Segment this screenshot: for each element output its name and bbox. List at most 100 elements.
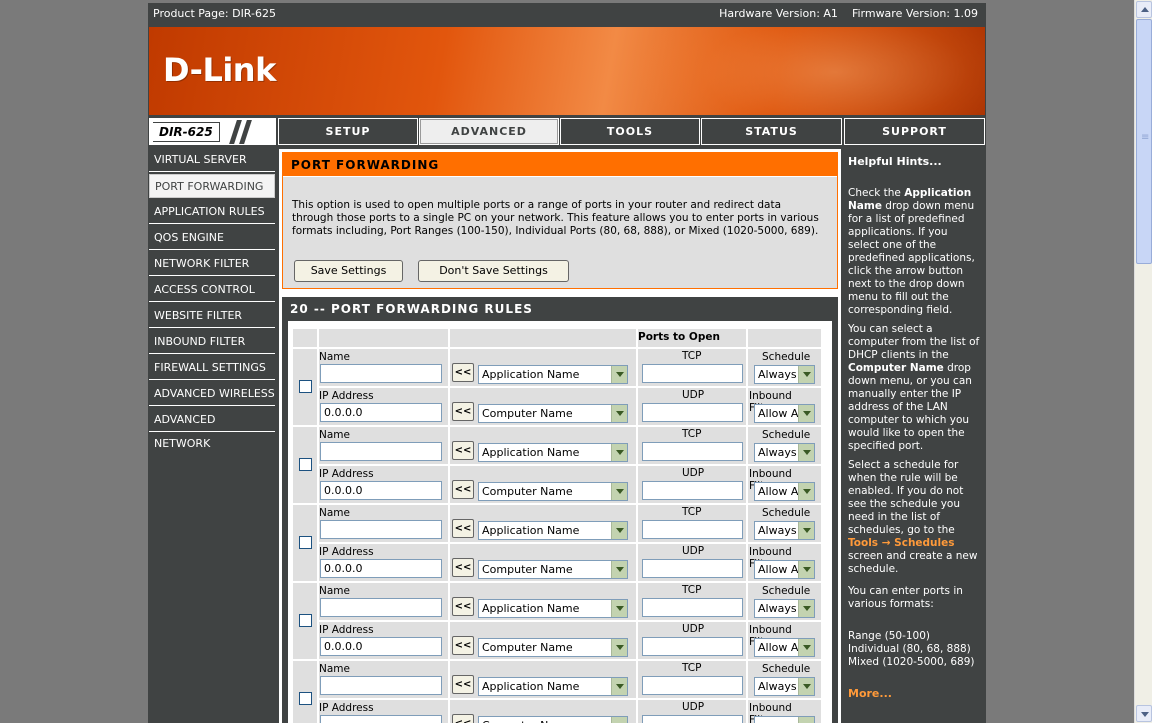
schedule-select[interactable]: Always: [754, 443, 815, 462]
tcp-label: TCP: [682, 350, 702, 362]
sidebar-item-website-filter[interactable]: WEBSITE FILTER: [149, 304, 275, 328]
rule-enable-checkbox[interactable]: [299, 458, 312, 471]
tab-tools[interactable]: TOOLS: [560, 118, 700, 145]
ip-address-input[interactable]: 0.0.0.0: [320, 559, 442, 578]
chevron-down-icon: [798, 522, 814, 539]
hint-schedule: Select a schedule for when the rule will…: [848, 459, 980, 576]
copy-app-button[interactable]: <<: [452, 675, 474, 694]
ip-cell: IP Address 0.0.0.0: [319, 622, 448, 659]
copy-computer-button[interactable]: <<: [452, 558, 474, 577]
port-forwarding-rules-section: 20 -- PORT FORWARDING RULES Ports to Ope…: [282, 297, 838, 723]
schedule-cell: Schedule Always: [748, 427, 821, 464]
application-name-select[interactable]: Application Name: [478, 677, 628, 696]
sidebar-item-inbound-filter[interactable]: INBOUND FILTER: [149, 330, 275, 354]
helpful-hints-panel: Helpful Hints... Check the Application N…: [844, 149, 986, 723]
product-page-label: Product Page: DIR-625: [153, 7, 276, 20]
copy-app-button[interactable]: <<: [452, 363, 474, 382]
tab-status[interactable]: STATUS: [701, 118, 842, 145]
computer-name-select[interactable]: Computer Name: [478, 638, 628, 657]
sidebar-item-virtual-server[interactable]: VIRTUAL SERVER: [149, 148, 275, 172]
tab-advanced[interactable]: ADVANCED: [419, 118, 559, 145]
section-title: PORT FORWARDING: [283, 153, 837, 177]
inbound-filter-select[interactable]: Allow All: [754, 560, 815, 579]
rule-enable-checkbox[interactable]: [299, 692, 312, 705]
inbound-filter-select[interactable]: Allow All: [754, 404, 815, 423]
application-name-select[interactable]: Application Name: [478, 521, 628, 540]
more-link[interactable]: More...: [848, 687, 892, 700]
ip-address-input[interactable]: [320, 715, 442, 723]
sidebar: VIRTUAL SERVER PORT FORWARDING APPLICATI…: [148, 146, 276, 450]
sidebar-item-access-control[interactable]: ACCESS CONTROL: [149, 278, 275, 302]
copy-app-button[interactable]: <<: [452, 519, 474, 538]
udp-ports-input[interactable]: [642, 481, 743, 500]
app-select-cell: << Application Name: [450, 583, 636, 620]
udp-ports-input[interactable]: [642, 637, 743, 656]
ip-address-input[interactable]: 0.0.0.0: [320, 403, 442, 422]
sidebar-item-advanced-wireless[interactable]: ADVANCED WIRELESS: [149, 382, 275, 406]
schedule-select[interactable]: Always: [754, 365, 815, 384]
copy-computer-button[interactable]: <<: [452, 636, 474, 655]
application-name-select[interactable]: Application Name: [478, 443, 628, 462]
tools-schedules-link[interactable]: Tools → Schedules: [848, 537, 955, 549]
computer-name-select[interactable]: Computer Name: [478, 404, 628, 423]
sidebar-item-application-rules[interactable]: APPLICATION RULES: [149, 200, 275, 224]
schedule-select[interactable]: Always: [754, 677, 815, 696]
sidebar-item-advanced-network[interactable]: ADVANCED NETWORK: [149, 408, 275, 450]
name-input[interactable]: [320, 520, 442, 539]
copy-computer-button[interactable]: <<: [452, 714, 474, 723]
chevron-down-icon: [798, 561, 814, 578]
ip-label: IP Address: [319, 702, 374, 714]
udp-ports-input[interactable]: [642, 559, 743, 578]
rule-enable-checkbox[interactable]: [299, 614, 312, 627]
udp-ports-input[interactable]: [642, 715, 743, 723]
copy-app-button[interactable]: <<: [452, 441, 474, 460]
inbound-filter-select[interactable]: [754, 716, 815, 723]
inbound-filter-select[interactable]: Allow All: [754, 482, 815, 501]
rule-enable-checkbox[interactable]: [299, 536, 312, 549]
computer-name-select[interactable]: Computer Name: [478, 482, 628, 501]
tab-setup[interactable]: SETUP: [278, 118, 418, 145]
inbound-filter-select[interactable]: Allow All: [754, 638, 815, 657]
scroll-up-icon[interactable]: [1136, 1, 1152, 18]
tab-support[interactable]: SUPPORT: [844, 118, 985, 145]
ip-address-input[interactable]: 0.0.0.0: [320, 637, 442, 656]
schedule-select[interactable]: Always: [754, 521, 815, 540]
sidebar-item-qos-engine[interactable]: QOS ENGINE: [149, 226, 275, 250]
sidebar-item-firewall-settings[interactable]: FIREWALL SETTINGS: [149, 356, 275, 380]
rule-enable-checkbox[interactable]: [299, 380, 312, 393]
name-input[interactable]: [320, 598, 442, 617]
ip-cell: IP Address: [319, 700, 448, 723]
name-cell: Name: [319, 583, 448, 620]
hint-text: You can select a computer from the list …: [848, 323, 980, 361]
page-scrollbar[interactable]: [1134, 0, 1152, 723]
scroll-down-icon[interactable]: [1136, 705, 1152, 722]
tcp-ports-input[interactable]: [642, 676, 743, 695]
name-input[interactable]: [320, 442, 442, 461]
sidebar-item-network-filter[interactable]: NETWORK FILTER: [149, 252, 275, 276]
scroll-thumb[interactable]: [1136, 19, 1152, 264]
tcp-ports-input[interactable]: [642, 364, 743, 383]
schedule-select[interactable]: Always: [754, 599, 815, 618]
computer-name-select[interactable]: Computer Name: [478, 560, 628, 579]
inbound-cell: Inbound FilterAllow All: [748, 544, 821, 581]
computer-name-select[interactable]: Computer Name: [478, 716, 628, 723]
dont-save-settings-button[interactable]: Don't Save Settings: [418, 260, 569, 282]
copy-computer-button[interactable]: <<: [452, 402, 474, 421]
schedule-cell: Schedule Always: [748, 349, 821, 386]
header-cell: [293, 329, 317, 347]
application-name-select[interactable]: Application Name: [478, 599, 628, 618]
save-settings-button[interactable]: Save Settings: [294, 260, 403, 282]
copy-app-button[interactable]: <<: [452, 597, 474, 616]
name-input[interactable]: [320, 364, 442, 383]
udp-ports-input[interactable]: [642, 403, 743, 422]
router-admin-page: Product Page: DIR-625 Hardware Version: …: [148, 3, 986, 723]
copy-computer-button[interactable]: <<: [452, 480, 474, 499]
name-input[interactable]: [320, 676, 442, 695]
ip-address-input[interactable]: 0.0.0.0: [320, 481, 442, 500]
application-name-select[interactable]: Application Name: [478, 365, 628, 384]
tcp-ports-input[interactable]: [642, 442, 743, 461]
chevron-down-icon: [798, 483, 814, 500]
tcp-ports-input[interactable]: [642, 598, 743, 617]
tcp-ports-input[interactable]: [642, 520, 743, 539]
sidebar-item-port-forwarding[interactable]: PORT FORWARDING: [149, 174, 275, 198]
